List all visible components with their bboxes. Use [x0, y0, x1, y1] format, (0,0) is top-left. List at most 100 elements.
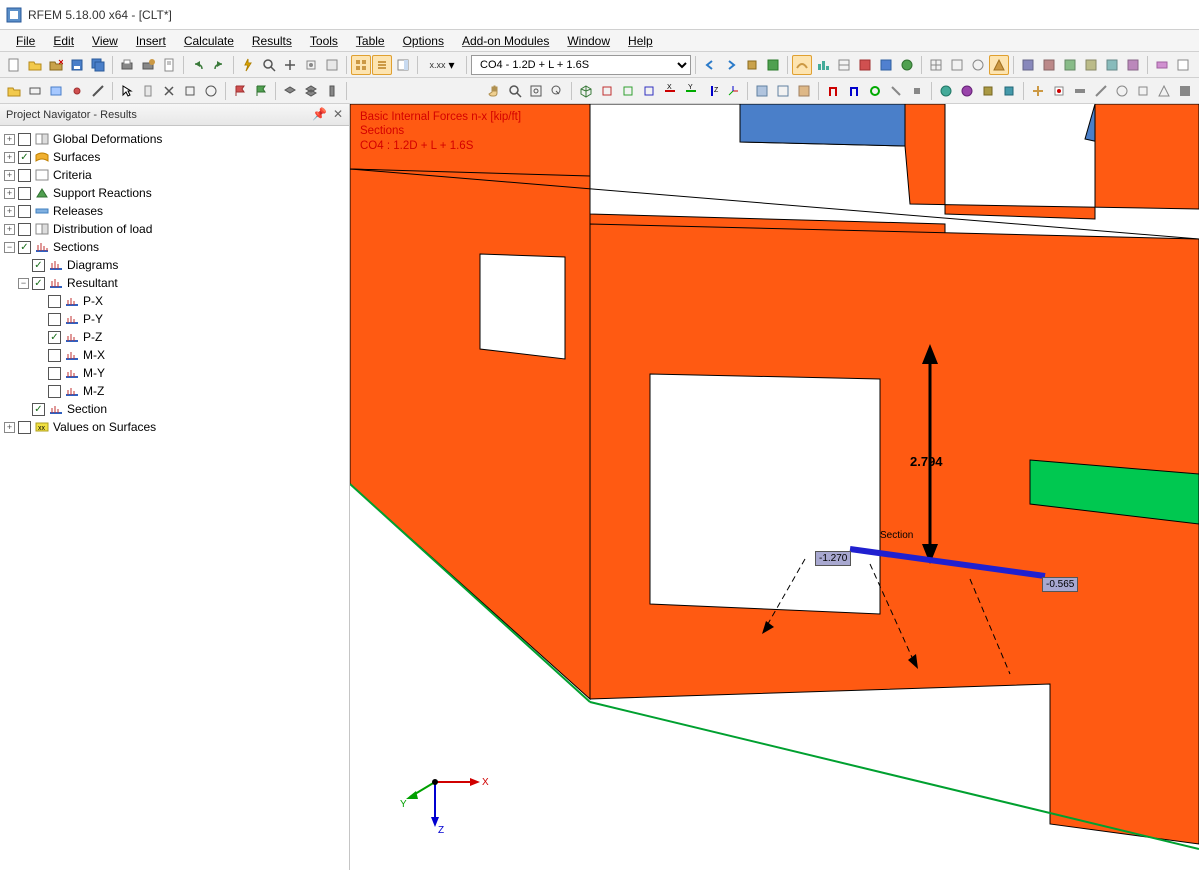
checkbox[interactable]	[48, 349, 61, 362]
show-2-icon[interactable]	[957, 81, 977, 101]
close-icon[interactable]	[46, 55, 66, 75]
expander-icon[interactable]: −	[4, 242, 15, 253]
tree-label[interactable]: Section	[67, 402, 107, 416]
panel-icon[interactable]	[393, 55, 413, 75]
tree-label[interactable]: P-X	[83, 294, 103, 308]
zoom-prev-icon[interactable]	[547, 81, 567, 101]
render-3-icon[interactable]	[794, 81, 814, 101]
save-icon[interactable]	[67, 55, 87, 75]
module-1-icon[interactable]	[1018, 55, 1038, 75]
undo-icon[interactable]	[188, 55, 208, 75]
settings-icon[interactable]	[301, 55, 321, 75]
expander-icon[interactable]: −	[18, 278, 29, 289]
checkbox[interactable]: ✓	[32, 259, 45, 272]
snap-3-icon[interactable]	[865, 81, 885, 101]
expander-icon[interactable]: +	[4, 188, 15, 199]
close-panel-icon[interactable]: ✕	[333, 107, 343, 121]
tree-label[interactable]: M-Y	[83, 366, 105, 380]
zoom-icon[interactable]	[259, 55, 279, 75]
module-2-icon[interactable]	[1039, 55, 1059, 75]
rect-tool-icon[interactable]	[25, 81, 45, 101]
node-tool-icon[interactable]	[67, 81, 87, 101]
result-1-icon[interactable]	[813, 55, 833, 75]
tree-label[interactable]: Distribution of load	[53, 222, 152, 236]
grid-2-icon[interactable]	[947, 55, 967, 75]
expander-icon[interactable]: +	[4, 170, 15, 181]
module-7-icon[interactable]	[1152, 55, 1172, 75]
axis-xyz-icon[interactable]	[723, 81, 743, 101]
3d-viewport[interactable]: Basic Internal Forces n-x [kip/ft] Secti…	[350, 104, 1199, 870]
open-icon[interactable]	[25, 55, 45, 75]
edit-3-icon[interactable]	[180, 81, 200, 101]
load-case-combo[interactable]: CO4 - 1.2D + L + 1.6S	[471, 55, 691, 75]
show-4-icon[interactable]	[999, 81, 1019, 101]
new-icon[interactable]	[4, 55, 24, 75]
layer-3-icon[interactable]	[322, 81, 342, 101]
show-3-icon[interactable]	[978, 81, 998, 101]
checkbox[interactable]	[18, 169, 31, 182]
menu-insert[interactable]: Insert	[128, 32, 174, 50]
module-4-icon[interactable]	[1081, 55, 1101, 75]
checkbox[interactable]	[18, 205, 31, 218]
edit-2-icon[interactable]	[159, 81, 179, 101]
redo-icon[interactable]	[209, 55, 229, 75]
axis-z-icon[interactable]: Z	[702, 81, 722, 101]
list-view-icon[interactable]	[372, 55, 392, 75]
tree-label[interactable]: Surfaces	[53, 150, 100, 164]
snap-2-icon[interactable]	[844, 81, 864, 101]
menu-results[interactable]: Results	[244, 32, 300, 50]
checkbox[interactable]	[48, 367, 61, 380]
tree-label[interactable]: Diagrams	[67, 258, 118, 272]
expander-icon[interactable]: +	[4, 152, 15, 163]
grid-1-icon[interactable]	[926, 55, 946, 75]
print-icon[interactable]	[117, 55, 137, 75]
checkbox[interactable]: ✓	[32, 403, 45, 416]
axis-y-icon[interactable]: Y	[681, 81, 701, 101]
extra-4-icon[interactable]	[1091, 81, 1111, 101]
checkbox[interactable]	[18, 187, 31, 200]
module-5-icon[interactable]	[1102, 55, 1122, 75]
hand-icon[interactable]	[484, 81, 504, 101]
extra-7-icon[interactable]	[1154, 81, 1174, 101]
zoom-window-icon[interactable]	[505, 81, 525, 101]
pan-icon[interactable]	[280, 55, 300, 75]
flag-icon[interactable]	[230, 81, 250, 101]
checkbox[interactable]: ✓	[32, 277, 45, 290]
line-tool-icon[interactable]	[88, 81, 108, 101]
folder-2-icon[interactable]	[4, 81, 24, 101]
expander-icon[interactable]: +	[4, 206, 15, 217]
cube-icon[interactable]	[742, 55, 762, 75]
module-8-icon[interactable]	[1173, 55, 1193, 75]
tree-label[interactable]: Resultant	[67, 276, 118, 290]
checkbox[interactable]	[18, 223, 31, 236]
checkbox[interactable]: ✓	[18, 241, 31, 254]
checkbox[interactable]: ✓	[18, 151, 31, 164]
expander-icon[interactable]: +	[4, 422, 15, 433]
view-z-icon[interactable]	[639, 81, 659, 101]
calc-icon[interactable]	[763, 55, 783, 75]
layer-2-icon[interactable]	[301, 81, 321, 101]
checkbox[interactable]: ✓	[48, 331, 61, 344]
format-dropdown-icon[interactable]: x.xx▾	[422, 55, 462, 75]
view-y-icon[interactable]	[618, 81, 638, 101]
menu-file[interactable]: File	[8, 32, 43, 50]
snap-1-icon[interactable]	[823, 81, 843, 101]
axis-x-icon[interactable]: X	[660, 81, 680, 101]
report-icon[interactable]	[159, 55, 179, 75]
flag-2-icon[interactable]	[251, 81, 271, 101]
bolt-icon[interactable]	[238, 55, 258, 75]
tree-label[interactable]: M-Z	[83, 384, 104, 398]
checkbox[interactable]	[48, 295, 61, 308]
grid-4-icon[interactable]	[989, 55, 1009, 75]
menu-calculate[interactable]: Calculate	[176, 32, 242, 50]
show-1-icon[interactable]	[936, 81, 956, 101]
result-3-icon[interactable]	[855, 55, 875, 75]
menu-help[interactable]: Help	[620, 32, 661, 50]
tree-label[interactable]: M-X	[83, 348, 105, 362]
extra-8-icon[interactable]	[1175, 81, 1195, 101]
tree-label[interactable]: Sections	[53, 240, 99, 254]
checkbox[interactable]	[18, 133, 31, 146]
cursor-icon[interactable]	[117, 81, 137, 101]
tree-label[interactable]: Releases	[53, 204, 103, 218]
menu-window[interactable]: Window	[559, 32, 618, 50]
